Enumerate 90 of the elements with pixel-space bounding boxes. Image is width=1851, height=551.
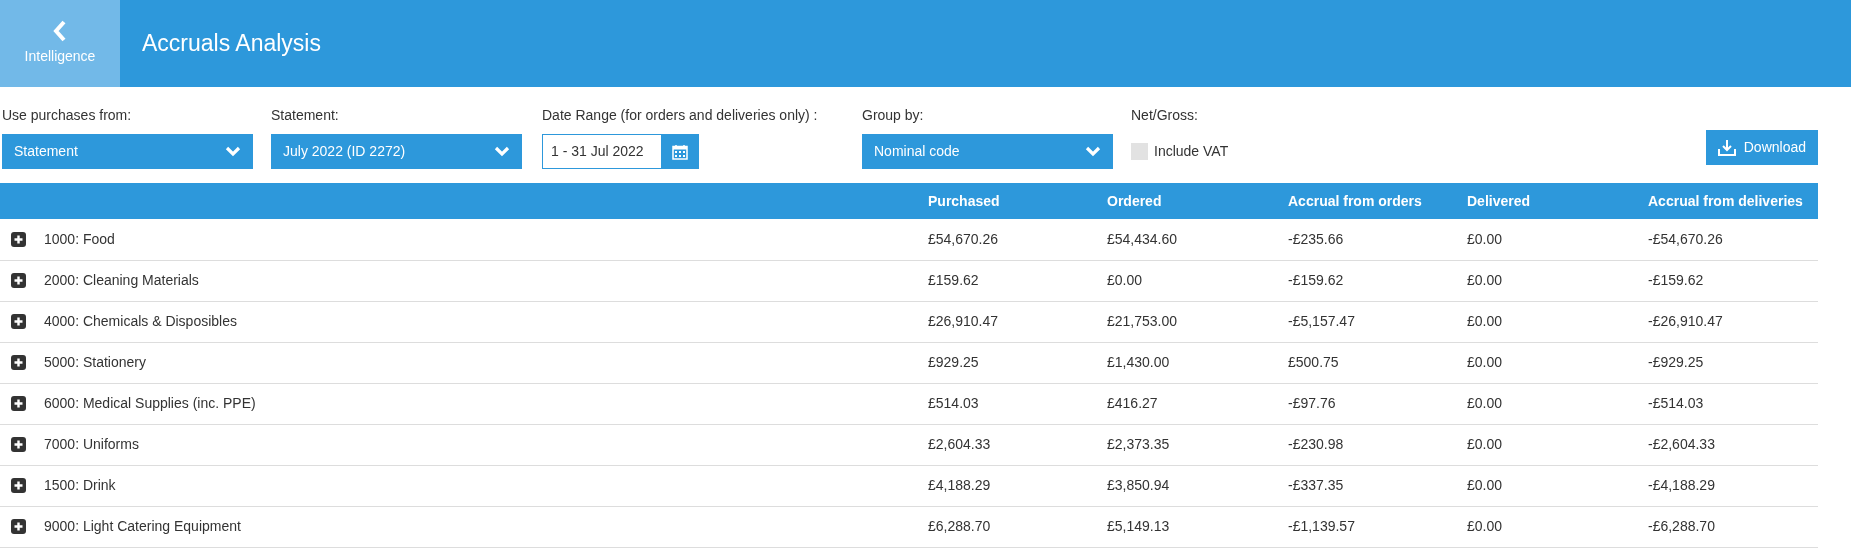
row-name: 6000: Medical Supplies (inc. PPE)	[44, 394, 256, 413]
plus-icon	[11, 314, 26, 329]
row-name: 1500: Drink	[44, 476, 116, 495]
back-button[interactable]: Intelligence	[0, 0, 120, 87]
plus-icon	[11, 396, 26, 411]
expand-button[interactable]	[11, 273, 26, 288]
table-cell: £5,149.13	[1107, 518, 1170, 534]
table-cell: -£26,910.47	[1648, 313, 1723, 329]
row-name: 1000: Food	[44, 229, 115, 249]
table-cell: -£4,188.29	[1648, 477, 1715, 493]
row-name: 4000: Chemicals & Disposibles	[44, 312, 237, 331]
chevron-down-icon	[1085, 146, 1101, 157]
expand-button[interactable]	[11, 355, 26, 370]
table-cell: £54,434.60	[1107, 230, 1178, 247]
checkbox[interactable]	[1131, 143, 1148, 160]
column-header: Accrual from orders	[1288, 192, 1422, 209]
table-cell: £0.00	[1467, 436, 1503, 452]
plus-icon	[11, 273, 26, 288]
plus-icon	[11, 231, 26, 247]
chevron-down-icon	[494, 146, 510, 157]
plus-icon	[11, 478, 26, 493]
table-cell: £6,288.70	[928, 518, 991, 534]
filter-label: Date Range (for orders and deliveries only) :	[542, 106, 819, 125]
table-cell: £0.00	[1467, 354, 1503, 370]
plus-icon	[11, 519, 26, 534]
plus-icon	[11, 437, 26, 452]
table-cell: -£230.98	[1288, 436, 1344, 452]
row-name: 7000: Uniforms	[44, 435, 139, 454]
table-cell: -£235.66	[1288, 230, 1344, 247]
table-cell: -£159.62	[1288, 272, 1344, 288]
table-cell: £416.27	[1107, 395, 1158, 411]
table-cell: £929.25	[928, 354, 979, 370]
expand-button[interactable]	[11, 437, 26, 452]
table-cell: £0.00	[1467, 518, 1503, 534]
column-header: Delivered	[1467, 192, 1531, 209]
download-button[interactable]: Download	[1705, 130, 1818, 165]
calendar-button[interactable]	[661, 135, 698, 168]
row-name: 5000: Stationery	[44, 353, 146, 372]
table-cell: -£514.03	[1648, 395, 1704, 411]
table-cell: £0.00	[1467, 230, 1503, 247]
table-cell: £2,604.33	[928, 436, 991, 452]
table-cell: £21,753.00	[1107, 313, 1178, 329]
table-cell: £3,850.94	[1107, 477, 1170, 493]
plus-icon	[11, 355, 26, 370]
table-cell: £2,373.35	[1107, 436, 1170, 452]
table-cell: £1,430.00	[1107, 354, 1170, 370]
table-cell: £0.00	[1467, 313, 1503, 329]
expand-button[interactable]	[11, 396, 26, 411]
table-cell: -£1,139.57	[1288, 518, 1355, 534]
page-title: Accruals Analysis	[141, 29, 321, 59]
table-cell: £26,910.47	[928, 313, 999, 329]
filter-label: Net/Gross:	[1131, 106, 1199, 125]
expand-button[interactable]	[11, 314, 26, 329]
filter-label: Group by:	[862, 106, 925, 125]
download-icon	[1717, 139, 1736, 156]
column-header: Accrual from deliveries	[1648, 192, 1803, 209]
table-cell: £514.03	[928, 395, 979, 411]
table-cell: -£5,157.47	[1288, 313, 1355, 329]
dropdown[interactable]: July 2022 (ID 2272)	[271, 134, 522, 169]
expand-button[interactable]	[11, 519, 26, 534]
row-name: 9000: Light Catering Equipment	[44, 517, 241, 536]
table-cell: £0.00	[1107, 272, 1143, 288]
column-header: Purchased	[928, 192, 1000, 209]
expand-button[interactable]	[11, 231, 26, 247]
chevron-left-icon	[53, 20, 67, 42]
table-cell: -£337.35	[1288, 477, 1344, 493]
checkbox-label: Include VAT	[1154, 142, 1229, 161]
dropdown[interactable]: Nominal code	[862, 134, 1113, 169]
filter-label: Use purchases from:	[2, 106, 133, 125]
calendar-icon	[671, 143, 688, 160]
table-cell: -£2,604.33	[1648, 436, 1715, 452]
table-cell: £54,670.26	[928, 230, 999, 247]
table-cell: £500.75	[1288, 354, 1339, 370]
table-cell: £0.00	[1467, 395, 1503, 411]
dropdown[interactable]: Statement	[2, 134, 253, 169]
table-cell: £4,188.29	[928, 477, 991, 493]
row-name: 2000: Cleaning Materials	[44, 271, 199, 290]
table-cell: £159.62	[928, 272, 979, 288]
table-cell: -£6,288.70	[1648, 518, 1715, 534]
table-cell: -£97.76	[1288, 395, 1336, 411]
date-field[interactable]: 1 - 31 Jul 2022	[542, 134, 699, 169]
table-cell: £0.00	[1467, 272, 1503, 288]
table-cell: -£929.25	[1648, 354, 1704, 370]
column-header: Ordered	[1107, 192, 1162, 209]
filter-label: Statement:	[271, 106, 340, 125]
table-cell: £0.00	[1467, 477, 1503, 493]
table-cell: -£54,670.26	[1648, 230, 1723, 247]
table-cell: -£159.62	[1648, 272, 1704, 288]
expand-button[interactable]	[11, 478, 26, 493]
chevron-down-icon	[225, 146, 241, 157]
